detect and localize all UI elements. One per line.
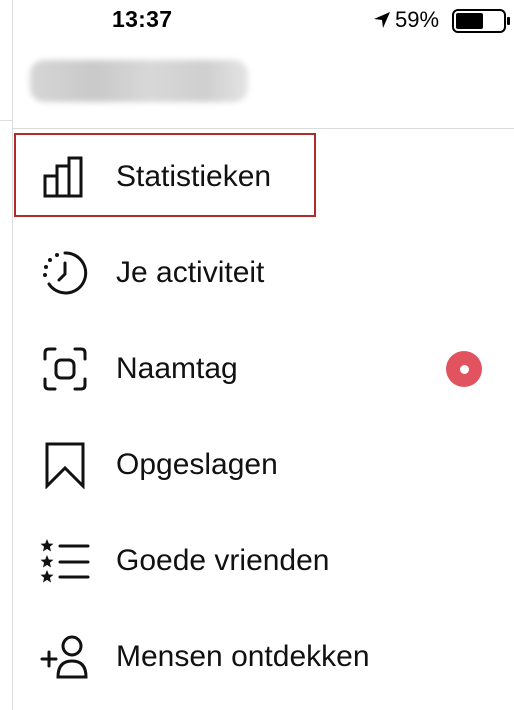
menu-item-label: Opgeslagen bbox=[116, 448, 278, 481]
notification-dot-center bbox=[459, 364, 469, 374]
status-time: 13:37 bbox=[112, 6, 173, 32]
menu-item-label: Mensen ontdekken bbox=[116, 640, 370, 673]
menu-item-label: Je activiteit bbox=[116, 256, 265, 289]
nametag-scan-icon bbox=[40, 344, 90, 394]
app-screen: 13:37 59% Statistieken Je activiteit Naa… bbox=[0, 0, 514, 710]
battery-percent: 59% bbox=[395, 7, 440, 32]
notification-dot bbox=[446, 351, 482, 387]
location-arrow-icon bbox=[374, 12, 390, 28]
menu-item-statistieken[interactable]: Statistieken bbox=[12, 129, 514, 225]
side-menu: Statistieken Je activiteit Naamtag Opges… bbox=[12, 129, 514, 705]
bookmark-icon bbox=[40, 440, 90, 490]
battery-fill bbox=[456, 13, 483, 29]
status-bar: 13:37 59% bbox=[12, 0, 514, 44]
menu-item-label: Naamtag bbox=[116, 352, 238, 385]
menu-item-opgeslagen[interactable]: Opgeslagen bbox=[12, 417, 514, 513]
menu-item-je-activiteit[interactable]: Je activiteit bbox=[12, 225, 514, 321]
close-friends-list-icon bbox=[40, 536, 90, 586]
menu-item-label: Goede vrienden bbox=[116, 544, 330, 577]
menu-item-naamtag[interactable]: Naamtag bbox=[12, 321, 514, 417]
bar-chart-icon bbox=[40, 152, 90, 202]
menu-item-label: Statistieken bbox=[116, 160, 272, 193]
underlying-divider bbox=[0, 120, 12, 121]
blurred-username bbox=[30, 60, 248, 102]
add-person-icon bbox=[40, 632, 90, 682]
drawer-header bbox=[12, 44, 514, 129]
battery-icon bbox=[452, 9, 510, 33]
menu-item-goede-vrienden[interactable]: Goede vrienden bbox=[12, 513, 514, 609]
menu-item-mensen-ontdekken[interactable]: Mensen ontdekken bbox=[12, 609, 514, 705]
activity-clock-icon bbox=[40, 248, 90, 298]
